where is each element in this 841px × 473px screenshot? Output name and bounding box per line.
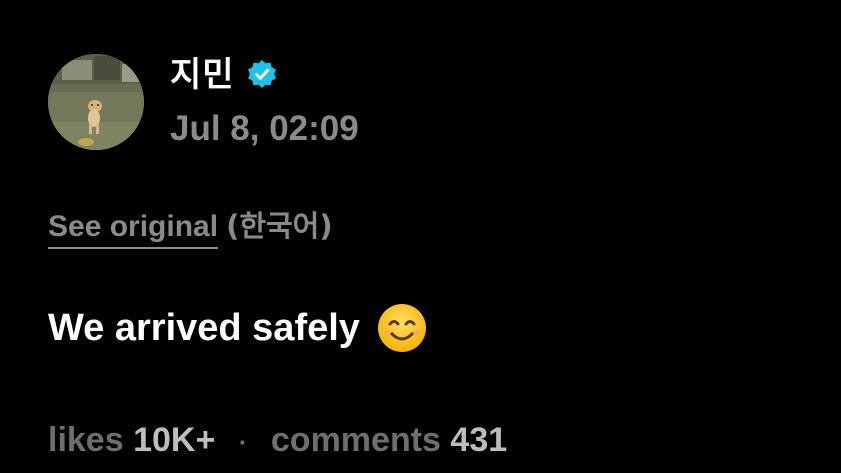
see-original-link[interactable]: See original bbox=[48, 210, 219, 249]
post-timestamp: Jul 8, 02:09 bbox=[170, 109, 359, 148]
post-text: We arrived safely bbox=[48, 307, 360, 349]
comments-label[interactable]: comments bbox=[271, 421, 441, 459]
author-name[interactable]: 지민 bbox=[170, 52, 235, 98]
comments-count[interactable]: 431 bbox=[450, 421, 507, 459]
post-text-row: We arrived safely bbox=[48, 302, 428, 354]
likes-count[interactable]: 10K+ bbox=[133, 421, 215, 459]
likes-label[interactable]: likes bbox=[48, 421, 124, 459]
smiling-face-emoji-icon bbox=[376, 302, 428, 354]
author-header: 지민 bbox=[170, 52, 279, 98]
puppy-avatar-image bbox=[48, 54, 144, 150]
verified-badge-icon bbox=[245, 58, 279, 92]
translation-row: See original (한국어) bbox=[48, 206, 333, 249]
stats-separator: · bbox=[238, 427, 248, 458]
author-avatar[interactable] bbox=[48, 54, 144, 150]
original-language-label: (한국어) bbox=[226, 209, 333, 243]
post-stats: likes 10K+ · comments 431 bbox=[48, 418, 507, 464]
